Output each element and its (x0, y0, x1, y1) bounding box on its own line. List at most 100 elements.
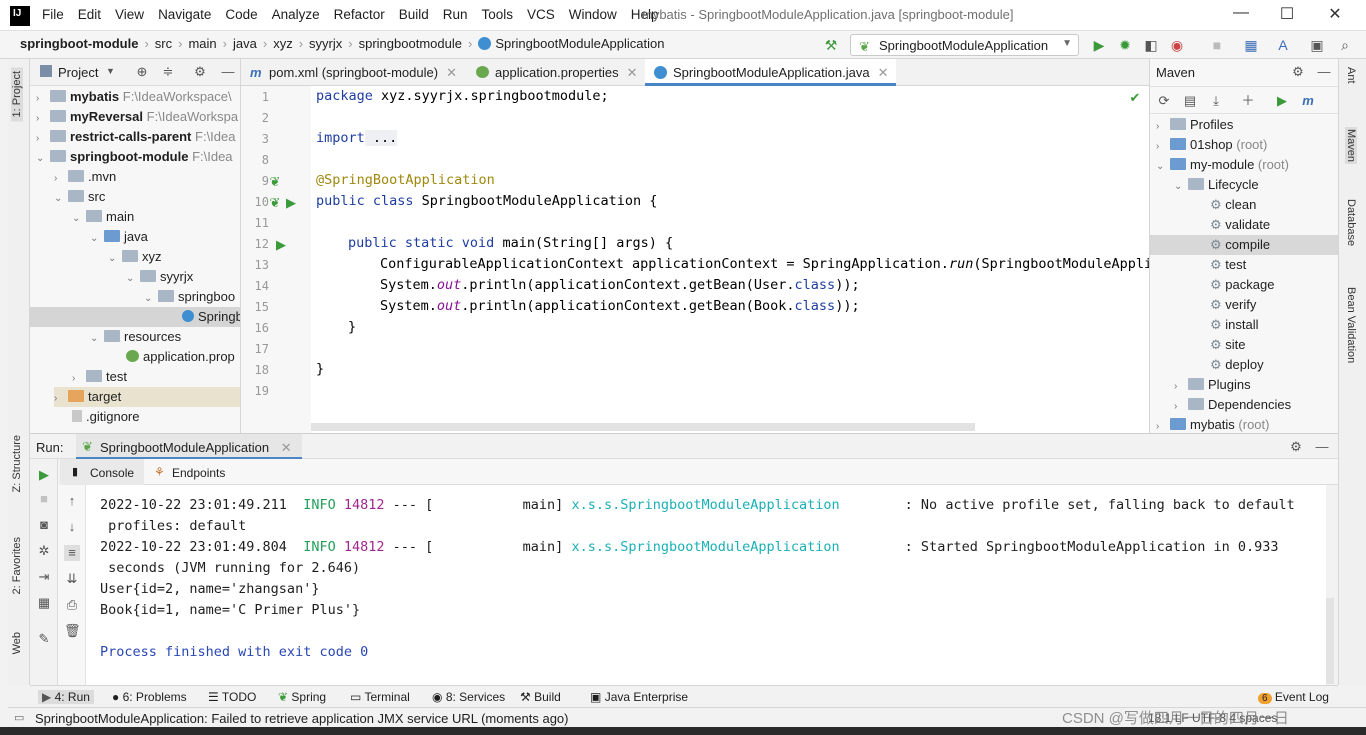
maven-item-profiles[interactable]: › Profiles (1156, 115, 1233, 135)
tool-button-todo[interactable]: ☰ TODO (208, 690, 256, 704)
tool-tab-maven[interactable]: Maven (1345, 127, 1357, 165)
arrow-up-icon[interactable]: ↑ (64, 493, 80, 509)
status-message[interactable]: SpringbootModuleApplication: Failed to r… (35, 711, 569, 726)
camera-icon[interactable]: ◙ (36, 517, 52, 533)
menu-code[interactable]: Code (225, 7, 257, 22)
download-icon[interactable]: ⤓ (1208, 93, 1224, 109)
menu-vcs[interactable]: VCS (527, 7, 555, 22)
exit-icon[interactable]: ⇥ (36, 569, 52, 585)
maximize-icon[interactable]: ☐ (1272, 4, 1302, 26)
maven-item-01shop[interactable]: › 01shop (root) (1156, 135, 1267, 155)
tree-item-springboot-module[interactable]: ⌄ springboot-module F:\Idea (36, 147, 233, 167)
hide-icon[interactable]: — (1314, 439, 1330, 455)
menu-file[interactable]: File (42, 7, 64, 22)
tab-springbootmoduleapplication-java[interactable]: SpringbootModuleApplication.java ✕ (645, 59, 897, 86)
menu-refactor[interactable]: Refactor (334, 7, 385, 22)
menu-window[interactable]: Window (569, 7, 617, 22)
layout-icon[interactable]: ▦ (36, 595, 52, 611)
maven-goal-icon[interactable]: m (1300, 93, 1316, 109)
arrow-down-icon[interactable]: ↓ (64, 519, 80, 535)
tree-item-application-properties[interactable]: application.prop (126, 347, 235, 367)
profiler-icon[interactable]: ◉ (1168, 36, 1186, 54)
tree-item-mvn[interactable]: › .mvn (54, 167, 116, 187)
breadcrumb-class[interactable]: SpringbootModuleApplication (495, 36, 664, 51)
translate-icon[interactable]: A (1274, 36, 1292, 54)
tool-button-run[interactable]: ▶ 4: Run (38, 690, 94, 704)
menu-edit[interactable]: Edit (78, 7, 101, 22)
breadcrumb-java[interactable]: java (233, 36, 257, 51)
tool-tab-database[interactable]: Database (1345, 199, 1357, 246)
tool-button-services[interactable]: ◉ 8: Services (432, 690, 505, 704)
menu-tools[interactable]: Tools (482, 7, 514, 22)
tree-item-mybatis[interactable]: › mybatis F:\IdeaWorkspace\ (36, 87, 232, 107)
project-panel-title[interactable]: Project (58, 65, 98, 80)
tool-button-build[interactable]: ⚒ Build (520, 690, 561, 704)
menu-run[interactable]: Run (443, 7, 468, 22)
maven-goal-verify[interactable]: ⚙ verify (1210, 295, 1256, 315)
spring-bean-icon[interactable]: ❦ (267, 174, 283, 190)
minimize-icon[interactable]: — (1226, 4, 1256, 26)
folded-imports[interactable]: ... (364, 130, 398, 146)
tool-tab-project[interactable]: 1: Project (11, 67, 23, 122)
maven-goal-clean[interactable]: ⚙ clean (1210, 195, 1256, 215)
reload-icon[interactable]: ⟳ (1156, 93, 1172, 109)
hide-icon[interactable]: — (220, 64, 236, 80)
close-icon[interactable]: ✕ (627, 65, 638, 80)
scroll-to-end-icon[interactable]: ⇊ (64, 571, 80, 587)
tab-application-properties[interactable]: application.properties ✕ (467, 59, 645, 86)
tool-button-spring[interactable]: ❦ Spring (278, 690, 326, 704)
coverage-icon[interactable]: ◧ (1142, 36, 1160, 54)
tool-tab-ant[interactable]: Ant (1345, 67, 1357, 84)
run-gutter-icon[interactable]: ▶ (283, 195, 299, 211)
close-icon[interactable]: ✕ (446, 65, 457, 80)
build-hammer-icon[interactable]: ⚒ (822, 36, 840, 54)
close-icon[interactable]: ✕ (1320, 4, 1350, 26)
tree-item-java[interactable]: ⌄ java (90, 227, 148, 247)
hide-icon[interactable]: — (1316, 64, 1332, 80)
tool-tab-bean-validation[interactable]: Bean Validation (1345, 287, 1357, 363)
maven-goal-validate[interactable]: ⚙ validate (1210, 215, 1270, 235)
tool-tab-web[interactable]: Web (11, 632, 23, 654)
run-tab[interactable]: ❦ SpringbootModuleApplication ✕ (76, 434, 302, 460)
maven-item-mybatis[interactable]: › mybatis (root) (1156, 415, 1269, 433)
run-icon[interactable]: ▶ (1090, 36, 1108, 54)
pin-icon[interactable]: ✎ (36, 631, 52, 647)
tree-item-springbootmodule[interactable]: ⌄ springboo (144, 287, 235, 307)
maven-goal-package[interactable]: ⚙ package (1210, 275, 1274, 295)
gear-icon[interactable]: ⚙ (1290, 64, 1306, 80)
close-icon[interactable]: ✕ (878, 65, 889, 80)
gear-icon[interactable]: ⚙ (1288, 439, 1304, 455)
chevron-down-icon[interactable]: ▼ (106, 66, 115, 76)
breadcrumb-main[interactable]: main (188, 36, 216, 51)
menu-view[interactable]: View (115, 7, 144, 22)
breadcrumb-syyrjx[interactable]: syyrjx (309, 36, 342, 51)
breadcrumb-xyz[interactable]: xyz (273, 36, 293, 51)
menu-navigate[interactable]: Navigate (158, 7, 211, 22)
tool-button-event-log[interactable]: 6 Event Log (1258, 690, 1329, 704)
tool-button-java-enterprise[interactable]: ▣ Java Enterprise (590, 690, 688, 704)
tree-item-src[interactable]: ⌄ src (54, 187, 105, 207)
breadcrumb-project[interactable]: springboot-module (20, 36, 138, 51)
tree-item-test[interactable]: › test (72, 367, 127, 387)
tab-endpoints[interactable]: ⚘ Endpoints (152, 459, 235, 485)
run-icon[interactable]: ▶ (1274, 93, 1290, 109)
tree-item-gitignore[interactable]: .gitignore (72, 407, 139, 427)
maven-goal-deploy[interactable]: ⚙ deploy (1210, 355, 1264, 375)
tree-item-restrict-calls-parent[interactable]: › restrict-calls-parent F:\Idea (36, 127, 235, 147)
tree-item-syyrjx[interactable]: ⌄ syyrjx (126, 267, 193, 287)
tab-console[interactable]: ▮ Console (60, 459, 145, 485)
console-output[interactable]: 2022-10-22 23:01:49.211 INFO 14812 --- [… (86, 485, 1326, 685)
gear-icon[interactable]: ⚙ (192, 64, 208, 80)
maven-goal-site[interactable]: ⚙ site (1210, 335, 1246, 355)
tool-button-terminal[interactable]: ▭ Terminal (350, 690, 410, 704)
project-structure-icon[interactable]: ▦ (1242, 36, 1260, 54)
console-scrollbar[interactable] (1326, 598, 1334, 684)
menu-analyze[interactable]: Analyze (272, 7, 320, 22)
maven-item-lifecycle[interactable]: ⌄ Lifecycle (1174, 175, 1259, 195)
tree-item-resources[interactable]: ⌄ resources (90, 327, 181, 347)
print-icon[interactable]: ⎙ (64, 597, 80, 613)
generate-sources-icon[interactable]: ▤ (1182, 93, 1198, 109)
menu-build[interactable]: Build (399, 7, 429, 22)
breadcrumb-springbootmodule[interactable]: springbootmodule (359, 36, 462, 51)
trash-icon[interactable]: 🗑 (64, 623, 81, 639)
